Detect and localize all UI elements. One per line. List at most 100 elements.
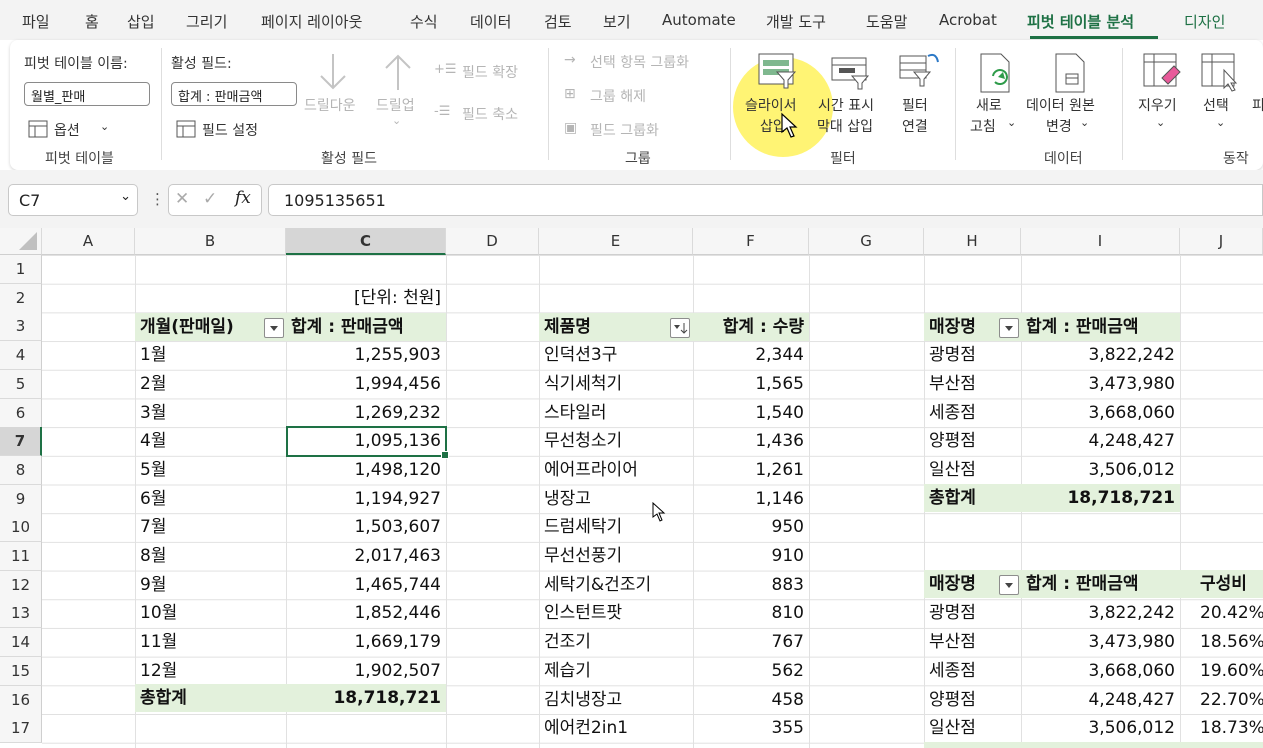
- row-header-3[interactable]: 3: [0, 312, 42, 341]
- row-header-8[interactable]: 8: [0, 456, 42, 485]
- options-button[interactable]: 옵션: [54, 120, 80, 140]
- row-header-6[interactable]: 6: [0, 399, 42, 428]
- group-field-button[interactable]: 필드 그룹화: [590, 120, 659, 140]
- enter-icon[interactable]: ✓: [203, 189, 217, 209]
- menu-design[interactable]: 디자인: [1184, 11, 1225, 32]
- menu-help[interactable]: 도움말: [866, 11, 907, 32]
- t2-product-cell: 스타일러: [544, 403, 607, 423]
- chevron-down-icon[interactable]: ⌄: [1080, 116, 1089, 129]
- name-box[interactable]: C7 ⌄: [8, 184, 138, 216]
- row-header-15[interactable]: 15: [0, 657, 42, 686]
- formula-input[interactable]: 1095135651: [268, 184, 1263, 216]
- t1-total-label: 총합계: [135, 684, 286, 712]
- clear-button[interactable]: 지우기: [1138, 95, 1177, 115]
- column-header-c[interactable]: C: [286, 228, 446, 255]
- column-header-d[interactable]: D: [446, 228, 539, 255]
- expand-field-icon: +☰: [434, 62, 457, 77]
- row-header-16[interactable]: 16: [0, 686, 42, 715]
- row-header-5[interactable]: 5: [0, 370, 42, 399]
- filter-dropdown-icon[interactable]: [264, 318, 284, 338]
- t3-store-cell: 양평점: [929, 431, 976, 451]
- filter-connections-icon: [898, 50, 940, 94]
- column-header-a[interactable]: A: [42, 228, 135, 255]
- menu-file[interactable]: 파일: [22, 11, 50, 32]
- menu-home[interactable]: 홈: [85, 11, 99, 32]
- menu-pivot-analyze[interactable]: 피벗 테이블 분석: [1027, 11, 1134, 32]
- row-header-13[interactable]: 13: [0, 599, 42, 628]
- refresh-button-line2[interactable]: 고침: [970, 116, 996, 136]
- row-header-11[interactable]: 11: [0, 542, 42, 571]
- insert-timeline-button-line2[interactable]: 막대 삽입: [817, 116, 873, 136]
- row-header-7[interactable]: 7: [0, 427, 42, 456]
- t1-amount-cell: 1,994,456: [354, 374, 441, 394]
- change-source-button[interactable]: 데이터 원본: [1026, 95, 1095, 115]
- filter-dropdown-icon[interactable]: [999, 575, 1019, 595]
- t2-qty-cell: 458: [771, 690, 804, 710]
- more-options-icon[interactable]: ⋮: [150, 190, 165, 208]
- t4-amount-cell: 3,822,242: [1088, 603, 1175, 623]
- column-header-b[interactable]: B: [135, 228, 286, 255]
- active-cell-selection[interactable]: [286, 426, 449, 459]
- row-header-14[interactable]: 14: [0, 628, 42, 657]
- t2-product-cell: 김치냉장고: [544, 690, 623, 710]
- refresh-button[interactable]: 새로: [976, 95, 1002, 115]
- t4-total-partial: [924, 742, 1263, 748]
- menu-draw[interactable]: 그리기: [186, 11, 227, 32]
- column-header-g[interactable]: G: [809, 228, 924, 255]
- chevron-down-icon[interactable]: ⌄: [120, 189, 131, 204]
- insert-timeline-button[interactable]: 시간 표시: [818, 95, 874, 115]
- move-button[interactable]: 피: [1252, 95, 1263, 115]
- menu-insert[interactable]: 삽입: [127, 11, 155, 32]
- t2-product-cell: 인스턴트팟: [544, 603, 623, 623]
- chevron-down-icon[interactable]: ⌄: [1156, 116, 1165, 129]
- filter-dropdown-icon[interactable]: [999, 318, 1019, 338]
- column-header-f[interactable]: F: [693, 228, 809, 255]
- row-header-12[interactable]: 12: [0, 571, 42, 600]
- t1-amount-cell: 1,194,927: [354, 489, 441, 509]
- group-selection-button[interactable]: 선택 항목 그룹화: [590, 52, 689, 72]
- t1-amount-cell: 1,902,507: [354, 661, 441, 681]
- change-source-button-line2[interactable]: 변경: [1046, 116, 1072, 136]
- menu-automate[interactable]: Automate: [662, 11, 736, 29]
- t2-qty-cell: 1,565: [755, 374, 804, 394]
- column-header-j[interactable]: J: [1180, 228, 1263, 255]
- column-header-h[interactable]: H: [924, 228, 1021, 255]
- row-header-4[interactable]: 4: [0, 341, 42, 370]
- t2-product-cell: 무선청소기: [544, 431, 623, 451]
- expand-field-button[interactable]: 필드 확장: [462, 62, 518, 82]
- column-header-e[interactable]: E: [539, 228, 693, 255]
- menu-developer[interactable]: 개발 도구: [766, 11, 826, 32]
- menu-page-layout[interactable]: 페이지 레이아웃: [261, 11, 362, 32]
- chevron-down-icon[interactable]: ⌄: [1007, 116, 1016, 129]
- row-header-2[interactable]: 2: [0, 284, 42, 313]
- field-settings-button[interactable]: 필드 설정: [202, 120, 258, 140]
- column-header-i[interactable]: I: [1021, 228, 1180, 255]
- drill-up-icon: [381, 52, 415, 96]
- drill-up-button[interactable]: 드릴업: [376, 95, 415, 115]
- row-header-9[interactable]: 9: [0, 485, 42, 514]
- menu-review[interactable]: 검토: [544, 11, 572, 32]
- cancel-icon[interactable]: ✕: [175, 189, 189, 209]
- sort-filter-dropdown-icon[interactable]: [670, 318, 690, 338]
- filter-connections-button[interactable]: 필터: [902, 95, 928, 115]
- select-all-corner[interactable]: [0, 228, 42, 255]
- menu-acrobat[interactable]: Acrobat: [939, 11, 997, 29]
- collapse-field-button[interactable]: 필드 축소: [462, 104, 518, 124]
- chevron-down-icon[interactable]: ⌄: [1216, 116, 1225, 129]
- active-field-input[interactable]: 합계 : 판매금액: [171, 82, 297, 106]
- row-header-17[interactable]: 17: [0, 714, 42, 743]
- t1-month-cell: 5월: [140, 460, 167, 480]
- chevron-down-icon: ⌄: [392, 114, 402, 127]
- chevron-down-icon[interactable]: ⌄: [100, 120, 109, 133]
- row-header-1[interactable]: 1: [0, 255, 42, 284]
- menu-view[interactable]: 보기: [603, 11, 631, 32]
- drill-down-button[interactable]: 드릴다운: [304, 95, 356, 115]
- pivot-name-input[interactable]: 월별_판매: [24, 82, 150, 106]
- row-header-10[interactable]: 10: [0, 513, 42, 542]
- menu-data[interactable]: 데이터: [470, 11, 511, 32]
- select-button[interactable]: 선택: [1203, 95, 1229, 115]
- insert-function-icon[interactable]: fx: [235, 188, 251, 208]
- filter-connections-button-line2[interactable]: 연결: [902, 116, 928, 136]
- menu-formulas[interactable]: 수식: [410, 11, 438, 32]
- ungroup-button[interactable]: 그룹 해제: [590, 86, 646, 106]
